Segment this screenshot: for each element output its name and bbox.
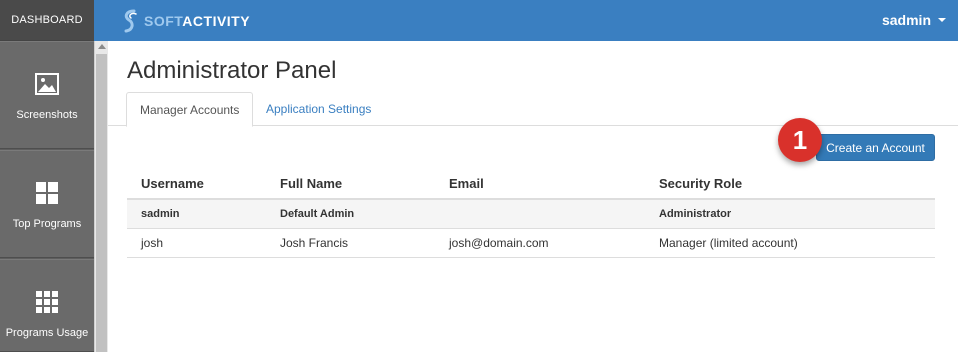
cell-security-role: Manager (limited account) (659, 236, 798, 250)
accounts-table: Username Full Name Email Security Role s… (127, 169, 935, 258)
column-header-security-role: Security Role (659, 176, 743, 191)
cell-username: sadmin (141, 208, 180, 220)
sidebar-item-programs-usage[interactable]: Programs Usage (0, 259, 94, 352)
page-title: Administrator Panel (127, 57, 337, 84)
sidebar-item-label: Programs Usage (5, 327, 89, 339)
user-name: sadmin (881, 12, 931, 28)
column-header-username: Username (141, 176, 204, 191)
sidebar-item-label: Top Programs (12, 218, 82, 230)
sidebar-dashboard-link[interactable]: DASHBOARD (0, 0, 94, 41)
sidebar: DASHBOARD Screenshots Top Programs Progr… (0, 0, 94, 352)
step-number-badge: 1 (778, 118, 822, 162)
table-row[interactable]: sadmin Default Admin Administrator (127, 200, 935, 229)
sidebar-item-top-programs[interactable]: Top Programs (0, 150, 94, 258)
grid-nine-icon (36, 291, 58, 313)
brand-logo[interactable]: SOFTACTIVITY (122, 8, 250, 34)
cell-full-name: Josh Francis (280, 236, 349, 250)
tab-application-settings[interactable]: Application Settings (253, 92, 384, 126)
brand-name-part1: SOFT (144, 13, 183, 29)
table-header-row: Username Full Name Email Security Role (127, 169, 935, 200)
cell-security-role: Administrator (659, 208, 732, 220)
topbar-edge (94, 0, 108, 41)
cell-email: josh@domain.com (449, 236, 549, 250)
softactivity-logo-icon (124, 9, 137, 33)
brand-name: SOFTACTIVITY (144, 13, 250, 29)
column-header-full-name: Full Name (280, 176, 343, 191)
topbar: SOFTACTIVITY sadmin (108, 0, 958, 41)
tab-manager-accounts[interactable]: Manager Accounts (126, 92, 254, 127)
create-account-button[interactable]: Create an Account (816, 134, 935, 161)
app-window: DASHBOARD Screenshots Top Programs Progr… (0, 0, 958, 352)
sidebar-header-label: DASHBOARD (11, 14, 83, 26)
sidebar-item-screenshots[interactable]: Screenshots (0, 41, 94, 149)
main-content: Administrator Panel Manager Accounts App… (108, 41, 958, 352)
user-menu[interactable]: sadmin (882, 12, 946, 28)
table-row[interactable]: josh Josh Francis josh@domain.com Manage… (127, 229, 935, 258)
chevron-down-icon (938, 18, 946, 22)
cell-full-name: Default Admin (280, 208, 355, 220)
scrollbar-thumb[interactable] (96, 54, 107, 352)
scroll-up-arrow-icon[interactable] (98, 44, 106, 49)
cell-username: josh (141, 236, 164, 250)
sidebar-item-label: Screenshots (16, 109, 78, 121)
image-icon (35, 73, 59, 95)
tab-bar: Manager Accounts Application Settings (108, 92, 958, 127)
column-header-email: Email (449, 176, 484, 191)
grid-four-icon (36, 182, 58, 204)
sidebar-scrollbar[interactable] (94, 41, 108, 352)
brand-name-part2: ACTIVITY (182, 13, 251, 29)
